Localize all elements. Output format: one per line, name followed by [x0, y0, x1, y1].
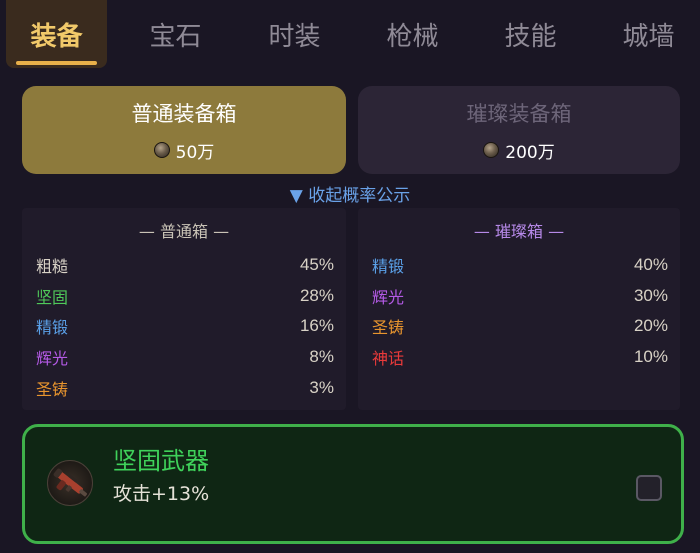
tab-label: 装备 — [30, 21, 83, 52]
tab-fashion[interactable]: 时装 — [244, 0, 345, 68]
probability-row: 粗糙 45% — [36, 253, 334, 277]
normal-chest-price-value: 50万 — [175, 142, 215, 163]
normal-probability-panel: — 普通箱 — 粗糙 45% 坚固 28% 精锻 16% 辉光 8% 圣铸 3% — [22, 208, 346, 410]
probability-row: 圣铸 20% — [372, 314, 668, 338]
brilliant-probability-panel: — 璀璨箱 — 精锻 40% 辉光 30% 圣铸 20% 神话 10% — [358, 208, 680, 410]
normal-probability-title: — 普通箱 — — [138, 222, 230, 241]
item-select-checkbox[interactable] — [636, 475, 662, 501]
equipment-item-card[interactable]: 坚固武器 攻击+13% — [22, 424, 684, 544]
normal-chest-button[interactable]: 普通装备箱 50万 — [22, 86, 346, 174]
coin-icon — [483, 142, 500, 158]
item-name: 坚固武器 — [113, 447, 209, 475]
normal-chest-title: 普通装备箱 — [131, 101, 237, 126]
probability-row: 辉光 8% — [36, 345, 334, 369]
rarity-percent: 40% — [633, 255, 668, 274]
rarity-name: 辉光 — [36, 349, 69, 368]
probability-row: 神话 10% — [372, 345, 668, 369]
collapse-probability-link[interactable]: ▼ 收起概率公示 — [0, 181, 700, 206]
tab-gems[interactable]: 宝石 — [125, 0, 226, 68]
tab-firearms[interactable]: 枪械 — [362, 0, 463, 68]
brilliant-probability-title: — 璀璨箱 — — [473, 222, 565, 241]
rarity-percent: 16% — [299, 316, 334, 335]
tab-skills[interactable]: 技能 — [480, 0, 581, 68]
gun-icon — [47, 460, 93, 506]
rarity-percent: 30% — [633, 286, 668, 305]
rarity-name: 圣铸 — [372, 318, 405, 337]
tab-label: 城墙 — [622, 21, 675, 52]
rarity-percent: 20% — [633, 316, 668, 335]
probability-row: 精锻 40% — [372, 253, 668, 277]
coin-icon — [153, 142, 170, 158]
rarity-name: 精锻 — [372, 257, 405, 276]
rarity-name: 辉光 — [372, 288, 405, 307]
normal-chest-price: 50万 — [153, 138, 215, 163]
brilliant-chest-price-value: 200万 — [505, 142, 555, 163]
category-tab-bar: 装备 宝石 时装 枪械 技能 城墙 — [0, 0, 700, 68]
brilliant-chest-title: 璀璨装备箱 — [466, 101, 572, 126]
rarity-name: 圣铸 — [36, 380, 69, 399]
rarity-percent: 8% — [309, 347, 334, 366]
active-tab-underline — [16, 61, 97, 65]
rarity-name: 神话 — [372, 349, 405, 368]
tab-equipment[interactable]: 装备 — [6, 0, 107, 68]
rarity-name: 精锻 — [36, 318, 69, 337]
brilliant-chest-button[interactable]: 璀璨装备箱 200万 — [358, 86, 680, 174]
rarity-percent: 3% — [309, 378, 334, 397]
tab-label: 技能 — [504, 21, 557, 52]
rarity-name: 坚固 — [36, 288, 69, 307]
probability-row: 辉光 30% — [372, 284, 668, 308]
probability-row: 精锻 16% — [36, 314, 334, 338]
tab-label: 枪械 — [386, 21, 439, 52]
probability-row: 圣铸 3% — [36, 376, 334, 400]
rarity-percent: 45% — [299, 255, 334, 274]
item-stat: 攻击+13% — [113, 483, 210, 505]
rarity-percent: 28% — [299, 286, 334, 305]
rarity-name: 粗糙 — [36, 257, 69, 276]
rarity-percent: 10% — [633, 347, 668, 366]
tab-walls[interactable]: 城墙 — [598, 0, 699, 68]
tab-label: 时装 — [268, 21, 321, 52]
tab-label: 宝石 — [149, 21, 202, 52]
brilliant-chest-price: 200万 — [483, 138, 555, 163]
probability-row: 坚固 28% — [36, 284, 334, 308]
